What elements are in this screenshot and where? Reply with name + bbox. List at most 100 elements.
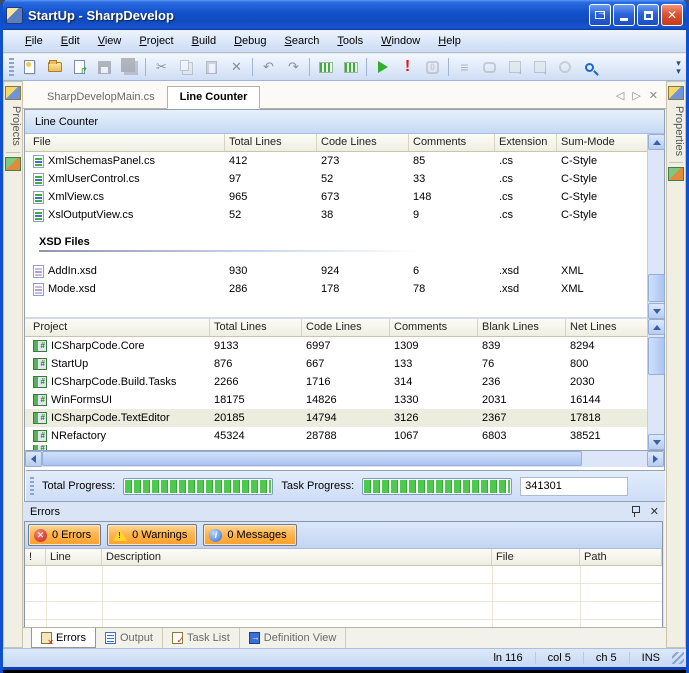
menu-view[interactable]: View	[90, 32, 130, 50]
resize-grip[interactable]	[672, 652, 684, 664]
tab-close-button[interactable]: ✕	[649, 89, 658, 102]
toolbox-pad-icon[interactable]	[668, 167, 684, 181]
col-severity[interactable]: !	[25, 549, 46, 565]
pin-icon[interactable]	[630, 505, 640, 517]
panel-close-icon[interactable]: ✕	[650, 505, 659, 518]
cut-button[interactable]: ✂	[149, 56, 174, 79]
new-file-button[interactable]	[17, 56, 42, 79]
projects-pad-icon[interactable]	[5, 86, 21, 100]
maximize-button[interactable]	[637, 4, 659, 26]
table-row[interactable]: StartUp 876 667 133 76 800	[25, 355, 664, 373]
col-blank[interactable]: Blank Lines	[478, 319, 566, 336]
minimize-button[interactable]	[613, 4, 635, 26]
undo-button[interactable]: ↶	[256, 56, 281, 79]
tab-task-list[interactable]: Task List	[163, 628, 240, 648]
list-button[interactable]: ≡	[452, 56, 477, 79]
col-project[interactable]: Project	[25, 319, 210, 336]
close-button[interactable]: ✕	[661, 4, 683, 26]
col-code[interactable]: Code Lines	[317, 134, 409, 151]
menu-tools[interactable]: Tools	[329, 32, 371, 50]
col-comments[interactable]: Comments	[409, 134, 495, 151]
toolbar-grip[interactable]	[9, 58, 14, 76]
scrollbar-track[interactable]	[582, 451, 647, 467]
table-row[interactable]: XmlUserControl.cs 97 52 33 .cs C-Style	[25, 170, 664, 188]
table-row[interactable]: AddIn.xsd 930 924 6 .xsd XML	[25, 262, 664, 280]
warnings-filter-button[interactable]: 0 Warnings	[107, 524, 197, 546]
paste-button[interactable]	[199, 56, 224, 79]
tab-definition-view[interactable]: Definition View	[240, 628, 347, 648]
table-row[interactable]: ICSharpCode.Build.Tasks 2266 1716 314 23…	[25, 373, 664, 391]
run-button[interactable]	[370, 56, 395, 79]
col-path[interactable]: Path	[580, 549, 662, 565]
menu-edit[interactable]: Edit	[53, 32, 88, 50]
table-row[interactable]: ICSharpCode.Core 9133 6997 1309 839 8294	[25, 337, 664, 355]
shape-button[interactable]	[477, 56, 502, 79]
scroll-left-button[interactable]	[25, 451, 42, 467]
dock-window-button[interactable]	[589, 4, 611, 26]
tab-sharpdevelopmain[interactable]: SharpDevelopMain.cs	[35, 87, 167, 108]
scroll-up-button[interactable]	[648, 319, 665, 335]
scrollbar-thumb[interactable]	[648, 274, 665, 302]
table-row[interactable]: XslOutputView.cs 52 38 9 .cs C-Style	[25, 206, 664, 224]
prev-bookmark-button[interactable]	[502, 56, 527, 79]
tab-errors[interactable]: Errors	[31, 628, 96, 648]
delete-button[interactable]: ✕	[224, 56, 249, 79]
table-row[interactable]: WinFormsUI 18175 14826 1330 2031 16144	[25, 391, 664, 409]
save-all-button[interactable]	[117, 56, 142, 79]
scrollbar-thumb[interactable]	[42, 451, 582, 466]
menu-build[interactable]: Build	[184, 32, 224, 50]
clear-bookmarks-button[interactable]	[552, 56, 577, 79]
tab-scroll-right-button[interactable]: ▷	[632, 89, 640, 102]
properties-tab[interactable]: Properties	[667, 106, 685, 156]
table-row[interactable]: XmlSchemasPanel.cs 412 273 85 .cs C-Styl…	[25, 152, 664, 170]
save-button[interactable]	[92, 56, 117, 79]
properties-pad-icon[interactable]	[668, 86, 684, 100]
menu-search[interactable]: Search	[277, 32, 328, 50]
col-code[interactable]: Code Lines	[302, 319, 390, 336]
errors-panel-titlebar[interactable]: Errors ✕	[24, 502, 663, 521]
table-row-highlighted[interactable]: ICSharpCode.TextEditor 20185 14794 3126 …	[25, 409, 664, 427]
horizontal-scrollbar[interactable]	[25, 450, 664, 467]
menu-project[interactable]: Project	[131, 32, 181, 50]
table-row[interactable]: NRefactory 45324 28788 1067 6803 38521	[25, 427, 664, 445]
progress-toolbar-grip[interactable]	[30, 477, 34, 495]
comment-region-button[interactable]	[313, 56, 338, 79]
menu-file[interactable]: File	[17, 32, 51, 50]
classes-pad-icon[interactable]	[5, 157, 21, 171]
menu-debug[interactable]: Debug	[226, 32, 274, 50]
scroll-down-button[interactable]	[648, 303, 665, 319]
search-button[interactable]	[577, 56, 602, 79]
tab-output[interactable]: Output	[96, 628, 163, 648]
scroll-right-button[interactable]	[647, 451, 664, 467]
tab-line-counter[interactable]: Line Counter	[167, 86, 261, 109]
file-table-scrollbar[interactable]	[647, 134, 664, 319]
projects-tab[interactable]: Projects	[4, 106, 22, 146]
scroll-up-button[interactable]	[648, 134, 665, 150]
open-file-button[interactable]	[42, 56, 67, 79]
uncomment-region-button[interactable]	[338, 56, 363, 79]
col-comments[interactable]: Comments	[390, 319, 478, 336]
menu-help[interactable]: Help	[430, 32, 469, 50]
tab-scroll-left-button[interactable]: ◁	[616, 89, 624, 102]
next-bookmark-button[interactable]	[527, 56, 552, 79]
col-file[interactable]: File	[492, 549, 580, 565]
project-table-scrollbar[interactable]	[647, 319, 664, 450]
table-row[interactable]: Mode.xsd 286 178 78 .xsd XML	[25, 280, 664, 298]
redo-button[interactable]: ↷	[281, 56, 306, 79]
scroll-down-button[interactable]	[648, 434, 665, 450]
col-line[interactable]: Line	[46, 549, 102, 565]
menu-window[interactable]: Window	[373, 32, 428, 50]
table-row[interactable]: XmlView.cs 965 673 148 .cs C-Style	[25, 188, 664, 206]
col-file[interactable]: File	[25, 134, 225, 151]
errors-filter-button[interactable]: ✕ 0 Errors	[28, 524, 101, 546]
title-bar[interactable]: StartUp - SharpDevelop ✕	[0, 0, 689, 30]
toolbar-overflow-button[interactable]: ▾▾	[673, 59, 684, 75]
scrollbar-thumb[interactable]	[648, 337, 665, 375]
breakpoint-button[interactable]: !	[395, 56, 420, 79]
copy-button[interactable]	[174, 56, 199, 79]
new-from-template-button[interactable]	[67, 56, 92, 79]
stop-button[interactable]: 0	[420, 56, 445, 79]
col-description[interactable]: Description	[102, 549, 492, 565]
messages-filter-button[interactable]: i 0 Messages	[203, 524, 296, 546]
col-extension[interactable]: Extension	[495, 134, 557, 151]
